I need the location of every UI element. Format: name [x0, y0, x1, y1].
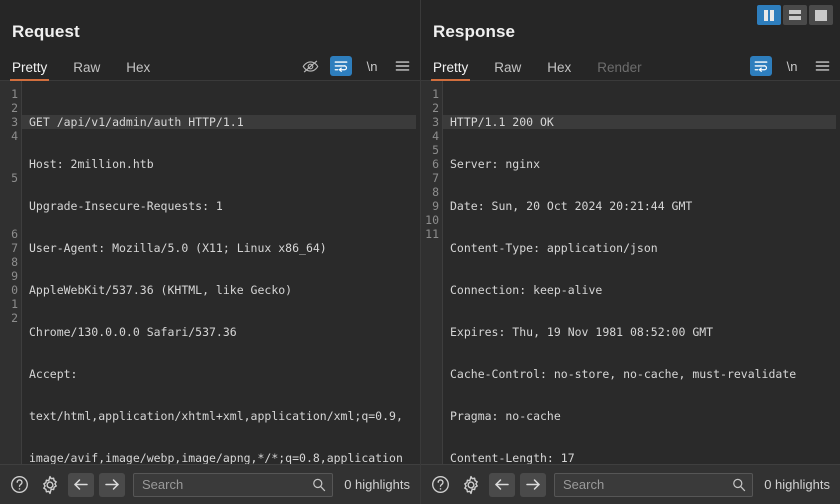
line-number: 1	[0, 87, 18, 101]
line-number: 9	[421, 199, 439, 213]
code-line: User-Agent: Mozilla/5.0 (X11; Linux x86_…	[29, 241, 416, 255]
response-line-numbers: 1 2 3 4 5 6 7 8 9 10 11	[421, 81, 443, 464]
burp-message-editor: Request Pretty Raw Hex	[0, 0, 840, 504]
code-line: text/html,application/xhtml+xml,applicat…	[29, 409, 416, 423]
request-tabs-row: Pretty Raw Hex	[0, 52, 420, 80]
help-icon[interactable]	[6, 472, 32, 498]
back-button[interactable]	[68, 473, 94, 497]
request-bottom-bar: 0 highlights	[0, 464, 420, 504]
tab-response-pretty[interactable]: Pretty	[431, 61, 482, 81]
response-panel: Response Pretty Raw Hex Render	[420, 0, 840, 504]
request-tool-icons: \n	[300, 56, 412, 80]
code-line: Upgrade-Insecure-Requests: 1	[29, 199, 416, 213]
code-line: Content-Type: application/json	[450, 241, 836, 255]
word-wrap-icon[interactable]	[750, 56, 772, 76]
line-number: 3	[0, 115, 18, 129]
request-tabs: Pretty Raw Hex	[10, 52, 176, 80]
code-line: AppleWebKit/537.36 (KHTML, like Gecko)	[29, 283, 416, 297]
code-line: Chrome/130.0.0.0 Safari/537.36	[29, 325, 416, 339]
layout-horizontal-split-button[interactable]	[783, 5, 807, 25]
menu-icon[interactable]	[812, 56, 832, 76]
code-line: Accept:	[29, 367, 416, 381]
line-number: 10	[421, 213, 439, 227]
back-button[interactable]	[489, 473, 515, 497]
request-line-numbers: 1 2 3 4 5 6 7 8 9 0 1 2	[0, 81, 22, 464]
highlights-count: 0 highlights	[338, 477, 412, 492]
line-number: 1	[0, 297, 18, 311]
code-line: GET /api/v1/admin/auth HTTP/1.1	[22, 115, 416, 129]
line-number: 7	[421, 171, 439, 185]
line-number	[0, 213, 18, 227]
line-number	[0, 185, 18, 199]
line-number	[0, 157, 18, 171]
response-tool-icons: \n	[750, 56, 832, 80]
layout-single-pane-button[interactable]	[809, 5, 833, 25]
response-code[interactable]: HTTP/1.1 200 OK Server: nginx Date: Sun,…	[443, 81, 840, 464]
line-number: 6	[421, 157, 439, 171]
response-bottom-bar: 0 highlights	[421, 464, 840, 504]
line-number: 5	[0, 171, 18, 185]
code-line: Connection: keep-alive	[450, 283, 836, 297]
search-icon[interactable]	[732, 478, 746, 492]
gear-icon[interactable]	[458, 472, 484, 498]
tab-request-raw[interactable]: Raw	[73, 61, 114, 81]
request-panel: Request Pretty Raw Hex	[0, 0, 420, 504]
code-line: Server: nginx	[450, 157, 836, 171]
tab-response-render: Render	[597, 61, 655, 81]
newline-icon[interactable]: \n	[782, 56, 802, 76]
highlights-count: 0 highlights	[758, 477, 832, 492]
line-number: 5	[421, 143, 439, 157]
response-tabs-row: Pretty Raw Hex Render \n	[421, 52, 840, 80]
line-number: 9	[0, 269, 18, 283]
request-code[interactable]: GET /api/v1/admin/auth HTTP/1.1 Host: 2m…	[22, 81, 420, 464]
line-number: 2	[421, 101, 439, 115]
code-line: Expires: Thu, 19 Nov 1981 08:52:00 GMT	[450, 325, 836, 339]
gear-icon[interactable]	[37, 472, 63, 498]
search-input[interactable]	[142, 477, 312, 492]
code-line: image/avif,image/webp,image/apng,*/*;q=0…	[29, 451, 416, 464]
line-number: 4	[421, 129, 439, 143]
request-title: Request	[0, 0, 420, 52]
search-box[interactable]	[133, 473, 333, 497]
tab-request-pretty[interactable]: Pretty	[10, 61, 61, 81]
search-icon[interactable]	[312, 478, 326, 492]
line-number: 2	[0, 101, 18, 115]
code-line: HTTP/1.1 200 OK	[443, 115, 836, 129]
code-line: Content-Length: 17	[450, 451, 836, 464]
search-input[interactable]	[563, 477, 732, 492]
layout-buttons	[757, 5, 833, 25]
forward-button[interactable]	[520, 473, 546, 497]
code-line: Host: 2million.htb	[29, 157, 416, 171]
line-number: 4	[0, 129, 18, 143]
newline-icon[interactable]: \n	[362, 56, 382, 76]
response-tabs: Pretty Raw Hex Render	[431, 52, 668, 80]
line-number: 2	[0, 311, 18, 325]
line-number: 0	[0, 283, 18, 297]
tab-response-hex[interactable]: Hex	[547, 61, 585, 81]
help-icon[interactable]	[427, 472, 453, 498]
search-box[interactable]	[554, 473, 753, 497]
word-wrap-icon[interactable]	[330, 56, 352, 76]
line-number: 8	[421, 185, 439, 199]
eye-slash-icon[interactable]	[300, 56, 320, 76]
code-line: Cache-Control: no-store, no-cache, must-…	[450, 367, 836, 381]
line-number: 1	[421, 87, 439, 101]
request-editor[interactable]: 1 2 3 4 5 6 7 8 9 0 1 2 GET /api/v1/admi	[0, 80, 420, 464]
code-line: Pragma: no-cache	[450, 409, 836, 423]
tab-response-raw[interactable]: Raw	[494, 61, 535, 81]
line-number: 8	[0, 255, 18, 269]
layout-vertical-split-button[interactable]	[757, 5, 781, 25]
line-number: 11	[421, 227, 439, 241]
code-line: Date: Sun, 20 Oct 2024 20:21:44 GMT	[450, 199, 836, 213]
line-number	[0, 199, 18, 213]
response-editor[interactable]: 1 2 3 4 5 6 7 8 9 10 11 HTTP/1.1 200 OK …	[421, 80, 840, 464]
menu-icon[interactable]	[392, 56, 412, 76]
line-number: 7	[0, 241, 18, 255]
forward-button[interactable]	[99, 473, 125, 497]
line-number: 3	[421, 115, 439, 129]
tab-request-hex[interactable]: Hex	[126, 61, 164, 81]
line-number: 6	[0, 227, 18, 241]
line-number	[0, 143, 18, 157]
